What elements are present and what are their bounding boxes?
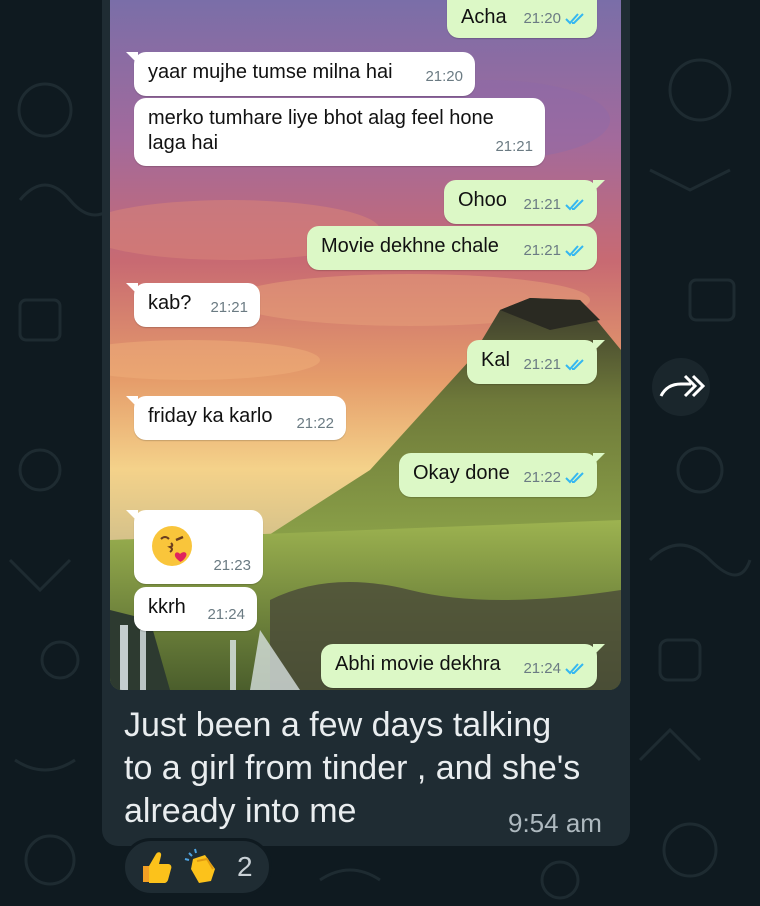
message-meta: 21:21 bbox=[210, 295, 248, 320]
message-outgoing[interactable]: Movie dekhne chale 21:21 bbox=[307, 226, 597, 270]
message-time: 21:21 bbox=[523, 196, 561, 213]
message-text: Okay done bbox=[413, 462, 510, 484]
double-check-icon bbox=[565, 198, 584, 210]
message-time: 21:22 bbox=[296, 415, 334, 432]
chat-conversation: Acha 21:20 yaar mujhe tumse milna hai 21… bbox=[110, 0, 621, 690]
message-time: 21:21 bbox=[523, 356, 561, 373]
forward-icon bbox=[659, 374, 705, 398]
shared-screenshot[interactable]: Acha 21:20 yaar mujhe tumse milna hai 21… bbox=[110, 0, 621, 690]
message-meta: 21:22 bbox=[296, 411, 334, 436]
message-text: friday ka karlo bbox=[148, 405, 273, 427]
clapping-hands-icon bbox=[184, 848, 215, 883]
message-time: 21:21 bbox=[495, 138, 533, 155]
message-text: Abhi movie dekhra bbox=[335, 653, 501, 675]
caption-line: Just been a few days talking bbox=[124, 706, 552, 744]
message-time: 21:22 bbox=[523, 469, 561, 486]
message-incoming[interactable]: yaar mujhe tumse milna hai 21:20 bbox=[126, 52, 475, 96]
message-time: 21:24 bbox=[207, 606, 245, 623]
message-outgoing[interactable]: Okay done 21:22 bbox=[399, 453, 605, 497]
message-meta: 21:23 bbox=[213, 553, 251, 578]
message-incoming[interactable]: 21:23 bbox=[126, 510, 263, 584]
message-time: 21:21 bbox=[210, 299, 248, 316]
message-time: 21:20 bbox=[425, 68, 463, 85]
message-meta: 21:22 bbox=[523, 465, 585, 490]
double-check-icon bbox=[565, 12, 584, 24]
message-text-line: merko tumhare liye bhot alag feel hone bbox=[148, 107, 494, 129]
message-text: Kal bbox=[481, 349, 510, 371]
double-check-icon bbox=[565, 358, 584, 370]
thumbs-up-icon bbox=[143, 852, 172, 883]
message-time: 21:20 bbox=[523, 10, 561, 27]
reaction-count: 2 bbox=[237, 851, 253, 882]
message-time: 21:23 bbox=[213, 557, 251, 574]
double-check-icon bbox=[565, 662, 584, 674]
message-text-line: laga hai bbox=[148, 132, 219, 154]
forward-button[interactable] bbox=[652, 358, 710, 416]
message-outgoing[interactable]: Acha 21:20 bbox=[447, 0, 597, 38]
message-meta: 21:21 bbox=[523, 192, 585, 217]
reactions-pill[interactable]: 2 bbox=[122, 838, 272, 896]
message-time: 21:21 bbox=[523, 242, 561, 259]
message-incoming[interactable]: merko tumhare liye bhot alag feel hone l… bbox=[134, 98, 545, 166]
message-outgoing[interactable]: Kal 21:21 bbox=[467, 340, 605, 384]
message-timestamp: 9:54 am bbox=[508, 808, 602, 838]
message-meta: 21:24 bbox=[523, 656, 585, 681]
message-text: kab? bbox=[148, 292, 192, 314]
message-meta: 21:24 bbox=[207, 602, 245, 627]
message-text: merko tumhare liye bhot alag feel hone l… bbox=[148, 106, 494, 156]
message-meta: 21:20 bbox=[523, 6, 585, 31]
message-incoming[interactable]: friday ka karlo 21:22 bbox=[126, 396, 346, 440]
message-text: yaar mujhe tumse milna hai bbox=[148, 61, 393, 83]
message-text: Movie dekhne chale bbox=[321, 235, 499, 257]
double-check-icon bbox=[565, 244, 584, 256]
message-text: kkrh bbox=[148, 596, 186, 618]
message-incoming[interactable]: kkrh 21:24 bbox=[134, 587, 257, 631]
message-text: Acha bbox=[461, 6, 507, 28]
caption-line: to a girl from tinder , and she's bbox=[124, 749, 581, 787]
message-incoming[interactable]: kab? 21:21 bbox=[126, 283, 260, 327]
message-time: 21:24 bbox=[523, 660, 561, 677]
face-blowing-kiss-icon bbox=[152, 526, 192, 566]
message-outgoing[interactable]: Abhi movie dekhra 21:24 bbox=[321, 644, 605, 688]
message-meta: 21:21 bbox=[523, 238, 585, 263]
double-check-icon bbox=[565, 471, 584, 483]
message-meta: 21:20 bbox=[425, 64, 463, 89]
message-meta: 21:21 bbox=[495, 134, 533, 159]
message-outgoing[interactable]: Ohoo 21:21 bbox=[444, 180, 605, 224]
message-text: Ohoo bbox=[458, 189, 507, 211]
caption-line: already into me bbox=[124, 792, 357, 830]
message-meta: 21:21 bbox=[523, 352, 585, 377]
